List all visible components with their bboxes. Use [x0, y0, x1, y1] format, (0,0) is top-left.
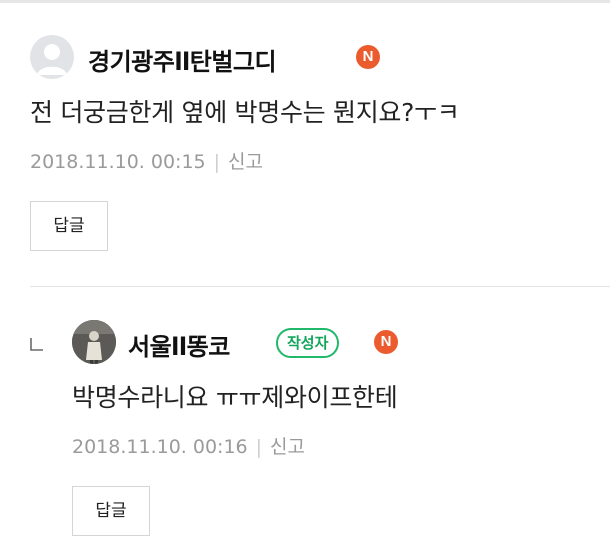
reply-arrow-icon: [30, 338, 43, 351]
reply-button[interactable]: 답글: [30, 201, 108, 251]
meta-separator: |: [255, 436, 263, 458]
report-link[interactable]: 신고: [228, 151, 263, 173]
naver-badge-icon: N: [356, 45, 380, 69]
avatar[interactable]: [30, 35, 74, 79]
comment-divider: [30, 286, 610, 287]
comment-header: 경기광주ll탄벌그디 N: [30, 33, 590, 81]
reply-button[interactable]: 답글: [72, 486, 150, 536]
comment-meta: 2018.11.10. 00:16 | 신고: [72, 432, 305, 459]
comment-text: 전 더궁금한게 옆에 박명수는 뭔지요?ㅜㅋ: [30, 98, 460, 127]
author-badge: 작성자: [276, 328, 340, 358]
profile-photo: [72, 320, 116, 364]
report-link[interactable]: 신고: [270, 436, 305, 458]
comment-header: 서울ll똥코 작성자 N: [72, 318, 610, 366]
meta-separator: |: [213, 151, 221, 173]
naver-badge-icon: N: [374, 330, 398, 354]
top-divider: [0, 0, 610, 3]
comment-date: 2018.11.10. 00:16: [72, 436, 248, 458]
comment-meta: 2018.11.10. 00:15 | 신고: [30, 147, 263, 174]
default-profile-icon: [37, 44, 67, 75]
comment-date: 2018.11.10. 00:15: [30, 151, 206, 173]
username[interactable]: 서울ll똥코: [128, 327, 230, 362]
comment-text: 박명수라니요 ㅠㅠ제와이프한테: [72, 383, 398, 412]
username[interactable]: 경기광주ll탄벌그디: [88, 42, 277, 77]
avatar[interactable]: [72, 320, 116, 364]
